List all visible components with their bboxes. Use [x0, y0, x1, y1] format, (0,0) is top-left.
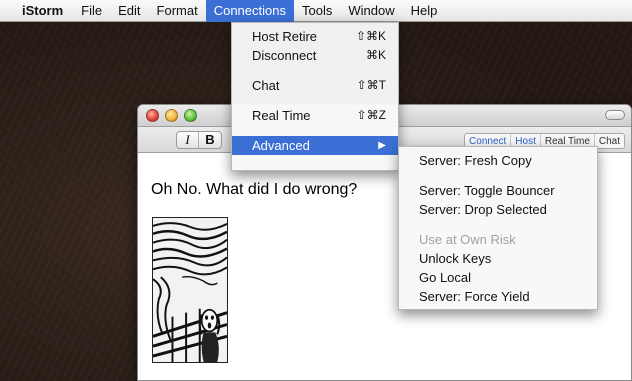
menu-edit[interactable]: Edit [110, 0, 148, 22]
bold-button[interactable]: B [199, 132, 221, 148]
menu-item-real-time[interactable]: Real Time ⇧⌘Z [232, 106, 398, 125]
menu-item-shortcut: ⇧⌘K [355, 29, 386, 43]
scream-image [152, 217, 228, 363]
toolbar-toggle-button[interactable] [605, 110, 625, 120]
menu-item-shortcut: ⇧⌘Z [356, 108, 386, 122]
menu-window[interactable]: Window [340, 0, 402, 22]
format-button-group: I B [176, 131, 222, 149]
menu-separator [399, 170, 597, 181]
menu-separator [232, 125, 398, 136]
menu-connections[interactable]: Connections [205, 0, 294, 22]
menu-item-advanced[interactable]: Advanced ▶ [232, 136, 398, 155]
menu-item-host-retire[interactable]: Host Retire ⇧⌘K [232, 27, 398, 46]
menu-item-go-local[interactable]: Go Local [399, 268, 597, 287]
menu-item-shortcut: ⌘K [365, 48, 386, 62]
menu-bar: iStorm File Edit Format Connections Tool… [0, 0, 632, 22]
close-window-button[interactable] [146, 109, 159, 122]
minimize-window-button[interactable] [165, 109, 178, 122]
advanced-submenu: Server: Fresh Copy Server: Toggle Bounce… [398, 146, 598, 310]
menu-app-istorm[interactable]: iStorm [14, 0, 73, 22]
connections-menu: Host Retire ⇧⌘K Disconnect ⌘K Chat ⇧⌘T R… [231, 22, 399, 171]
menu-item-server-fresh-copy[interactable]: Server: Fresh Copy [399, 151, 597, 170]
menu-tools[interactable]: Tools [294, 0, 340, 22]
menu-item-server-force-yield[interactable]: Server: Force Yield [399, 287, 597, 306]
menu-item-label: Host Retire [252, 29, 318, 44]
menu-item-disconnect[interactable]: Disconnect ⌘K [232, 46, 398, 65]
menu-item-label: Chat [252, 78, 280, 93]
menu-item-shortcut: ⇧⌘T [356, 78, 386, 92]
menu-separator [232, 65, 398, 76]
menu-help[interactable]: Help [403, 0, 446, 22]
menu-section-heading: Use at Own Risk [419, 232, 516, 247]
italic-button[interactable]: I [177, 132, 199, 148]
menu-item-label: Real Time [252, 108, 311, 123]
menu-file[interactable]: File [73, 0, 110, 22]
menu-item-chat[interactable]: Chat ⇧⌘T [232, 76, 398, 95]
menu-item-label: Advanced [252, 138, 310, 153]
tab-chat[interactable]: Chat [593, 134, 624, 148]
menu-item-label: Disconnect [252, 48, 317, 63]
menu-item-unlock-keys[interactable]: Unlock Keys [399, 249, 597, 268]
submenu-arrow-icon: ▶ [378, 140, 386, 151]
menu-separator [399, 219, 597, 230]
menu-item-server-drop-selected[interactable]: Server: Drop Selected [399, 200, 597, 219]
document-text: Oh No. What did I do wrong? [151, 181, 358, 198]
menu-item-server-toggle-bouncer[interactable]: Server: Toggle Bouncer [399, 181, 597, 200]
menu-format[interactable]: Format [149, 0, 206, 22]
zoom-window-button[interactable] [184, 109, 197, 122]
menu-separator [232, 95, 398, 106]
